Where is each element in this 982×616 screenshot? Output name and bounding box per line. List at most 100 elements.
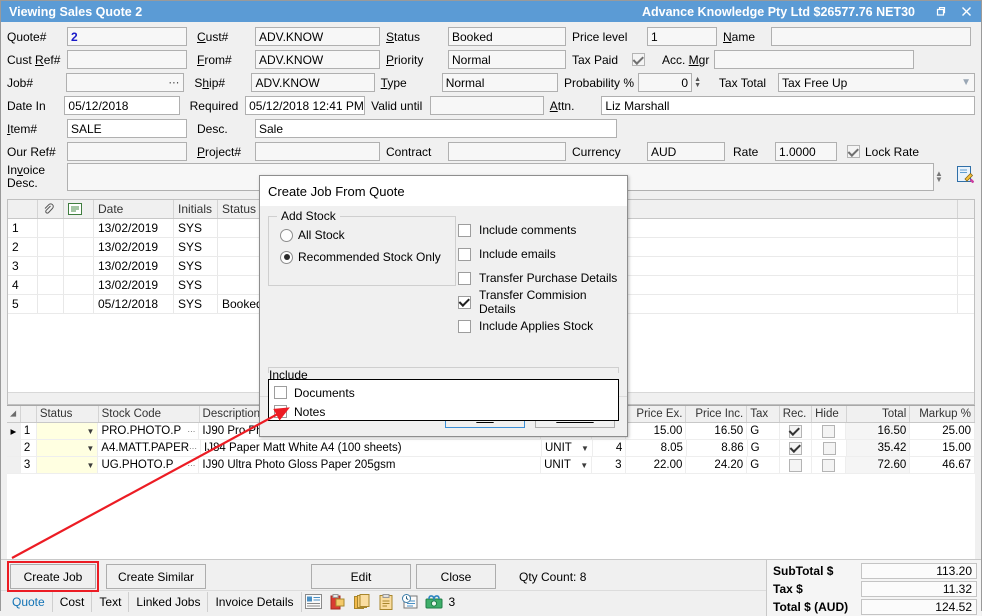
- row-note[interactable]: [64, 276, 94, 294]
- row-selector-icon[interactable]: ▸: [7, 423, 21, 439]
- row-rec[interactable]: [780, 423, 812, 439]
- include-applies-stock-checkbox[interactable]: [458, 320, 471, 333]
- row-price-inc[interactable]: 8.86: [687, 440, 748, 456]
- row-status[interactable]: ▼: [37, 440, 99, 456]
- details-card-icon[interactable]: [302, 592, 326, 612]
- lines-col-hide[interactable]: Hide: [812, 406, 846, 422]
- include-emails-row[interactable]: Include emails: [458, 242, 623, 266]
- include-applies-stock-row[interactable]: Include Applies Stock: [458, 314, 623, 338]
- row-rec[interactable]: [780, 457, 812, 473]
- row-markup[interactable]: 25.00: [910, 423, 975, 439]
- row-price-ex[interactable]: 15.00: [626, 423, 687, 439]
- row-note[interactable]: [64, 257, 94, 275]
- rec-checkbox[interactable]: [789, 459, 802, 472]
- row-selector[interactable]: [7, 457, 21, 473]
- quote-no-field[interactable]: 2: [67, 27, 187, 46]
- include-notes-row[interactable]: Notes: [274, 402, 613, 421]
- row-hide[interactable]: [812, 457, 846, 473]
- cust-no-field[interactable]: ADV.KNOW: [255, 27, 380, 46]
- price-level-field[interactable]: 1: [647, 27, 717, 46]
- row-note[interactable]: [64, 295, 94, 313]
- history-clock-icon[interactable]: [398, 592, 422, 612]
- include-comments-row[interactable]: Include comments: [458, 218, 623, 242]
- include-documents-row[interactable]: Documents: [274, 383, 613, 402]
- create-job-button[interactable]: Create Job: [10, 564, 96, 589]
- from-no-field[interactable]: ADV.KNOW: [255, 50, 380, 69]
- row-note[interactable]: [64, 238, 94, 256]
- restore-window-icon[interactable]: [927, 2, 953, 21]
- project-no-field[interactable]: [255, 142, 380, 161]
- required-field[interactable]: 05/12/2018 12:41 PM: [245, 96, 365, 115]
- create-similar-button[interactable]: Create Similar: [106, 564, 206, 589]
- tax-paid-checkbox[interactable]: [632, 53, 645, 66]
- desc-field[interactable]: Sale: [255, 119, 617, 138]
- row-stock-code[interactable]: UG.PHOTO.P⋯: [98, 457, 199, 473]
- row-tax[interactable]: G: [747, 423, 779, 439]
- rate-field[interactable]: 1.0000: [775, 142, 837, 161]
- copy-pages-icon[interactable]: [350, 592, 374, 612]
- lines-col-stock-code[interactable]: Stock Code: [99, 406, 200, 422]
- notes-col-initials[interactable]: Initials: [174, 200, 218, 218]
- contract-field[interactable]: [448, 142, 566, 161]
- lines-col-status[interactable]: Status: [37, 406, 99, 422]
- probability-field[interactable]: 0: [638, 73, 692, 92]
- lock-rate-checkbox[interactable]: [847, 145, 860, 158]
- item-no-field[interactable]: SALE: [67, 119, 187, 138]
- row-unit[interactable]: UNIT▼: [541, 457, 592, 473]
- acc-mgr-field[interactable]: [714, 50, 914, 69]
- tab-quote[interactable]: Quote: [5, 592, 53, 612]
- row-attachment[interactable]: [38, 276, 64, 294]
- edit-document-icon[interactable]: [956, 165, 974, 186]
- lines-col-total[interactable]: Total: [847, 406, 911, 422]
- hide-checkbox[interactable]: [822, 459, 835, 472]
- paste-clipboard-icon[interactable]: [326, 592, 350, 612]
- transfer-commision-details-row[interactable]: Transfer Commision Details: [458, 290, 623, 314]
- lines-col-rec[interactable]: Rec.: [780, 406, 812, 422]
- row-markup[interactable]: 46.67: [910, 457, 975, 473]
- invoice-desc-scroll[interactable]: ▲▼: [935, 163, 948, 191]
- valid-until-field[interactable]: [430, 96, 543, 115]
- table-row[interactable]: 3 ▼ UG.PHOTO.P⋯ IJ90 Ultra Photo Gloss P…: [7, 457, 975, 474]
- row-hide[interactable]: [812, 423, 846, 439]
- row-description[interactable]: IJ90 Ultra Photo Gloss Paper 205gsm: [199, 457, 541, 473]
- money-gift-icon[interactable]: [422, 592, 446, 612]
- all-stock-radio[interactable]: [280, 229, 293, 242]
- row-stock-code[interactable]: PRO.PHOTO.P⋯: [98, 423, 199, 439]
- row-unit[interactable]: UNIT▼: [542, 440, 593, 456]
- currency-field[interactable]: AUD: [647, 142, 725, 161]
- job-no-lookup-icon[interactable]: ⋯: [168, 76, 180, 89]
- radio-recommended-stock-only[interactable]: Recommended Stock Only: [280, 246, 455, 268]
- include-list-box[interactable]: Documents Notes: [268, 379, 619, 421]
- edit-button[interactable]: Edit: [311, 564, 411, 589]
- transfer-purchase-details-row[interactable]: Transfer Purchase Details: [458, 266, 623, 290]
- row-price-inc[interactable]: 24.20: [686, 457, 747, 473]
- row-hide[interactable]: [812, 440, 846, 456]
- notes-col-date[interactable]: Date: [94, 200, 174, 218]
- row-qty[interactable]: 3: [592, 457, 625, 473]
- create-job-from-quote-dialog[interactable]: Create Job From Quote Add Stock All Stoc…: [259, 175, 628, 437]
- documents-checkbox[interactable]: [274, 386, 287, 399]
- ship-no-field[interactable]: ADV.KNOW: [251, 73, 374, 92]
- priority-field[interactable]: Normal: [448, 50, 566, 69]
- row-price-inc[interactable]: 16.50: [686, 423, 747, 439]
- tab-cost[interactable]: Cost: [53, 592, 93, 612]
- row-attachment[interactable]: [38, 257, 64, 275]
- row-stock-code-lookup[interactable]: ⋯: [187, 461, 195, 470]
- tab-linked-jobs[interactable]: Linked Jobs: [129, 592, 208, 612]
- row-stock-code-lookup[interactable]: ⋯: [187, 427, 195, 436]
- clipboard-icon[interactable]: [374, 592, 398, 612]
- lines-col-markup[interactable]: Markup %: [910, 406, 975, 422]
- include-emails-checkbox[interactable]: [458, 248, 471, 261]
- type-field[interactable]: Normal: [442, 73, 558, 92]
- tab-invoice-details[interactable]: Invoice Details: [208, 592, 301, 612]
- name-field[interactable]: [771, 27, 971, 46]
- row-tax[interactable]: G: [748, 440, 780, 456]
- close-button[interactable]: Close: [416, 564, 496, 589]
- row-status[interactable]: ▼: [37, 423, 99, 439]
- job-no-field[interactable]: ⋯: [66, 73, 184, 92]
- attn-field[interactable]: Liz Marshall: [601, 96, 975, 115]
- our-ref-field[interactable]: [67, 142, 187, 161]
- close-icon[interactable]: [953, 2, 979, 21]
- rec-checkbox[interactable]: [789, 425, 802, 438]
- cust-ref-field[interactable]: [67, 50, 187, 69]
